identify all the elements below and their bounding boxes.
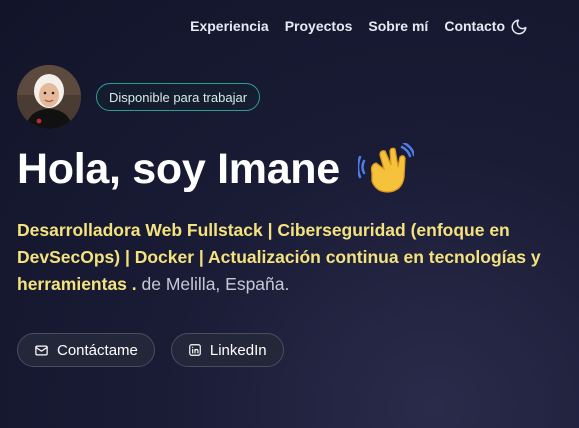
description-location: de Melilla, España.: [136, 274, 290, 294]
profile-avatar: [17, 65, 81, 129]
availability-badge: Disponible para trabajar: [96, 83, 261, 111]
contact-button-label: Contáctame: [57, 341, 138, 359]
moon-icon: [511, 19, 527, 35]
nav-link-contacto[interactable]: Contacto: [444, 18, 505, 34]
nav-link-sobre-mi[interactable]: Sobre mí: [368, 18, 428, 34]
nav-link-proyectos[interactable]: Proyectos: [285, 18, 353, 34]
waving-hand-icon: [357, 143, 414, 193]
nav-link-experiencia[interactable]: Experiencia: [190, 18, 269, 34]
action-buttons: Contáctame LinkedIn: [17, 333, 284, 367]
linkedin-button-label: LinkedIn: [209, 341, 267, 359]
theme-toggle-button[interactable]: [509, 17, 529, 37]
linkedin-icon: [189, 344, 201, 356]
mail-icon: [35, 345, 48, 355]
page-title: Hola, soy Imane: [17, 143, 414, 195]
main-nav: Experiencia Proyectos Sobre mí Contacto: [190, 18, 505, 34]
profile-description: Desarrolladora Web Fullstack | Cibersegu…: [17, 217, 577, 298]
title-text: Hola, soy Imane: [17, 144, 340, 193]
contact-button[interactable]: Contáctame: [17, 333, 155, 367]
linkedin-button[interactable]: LinkedIn: [170, 333, 284, 367]
